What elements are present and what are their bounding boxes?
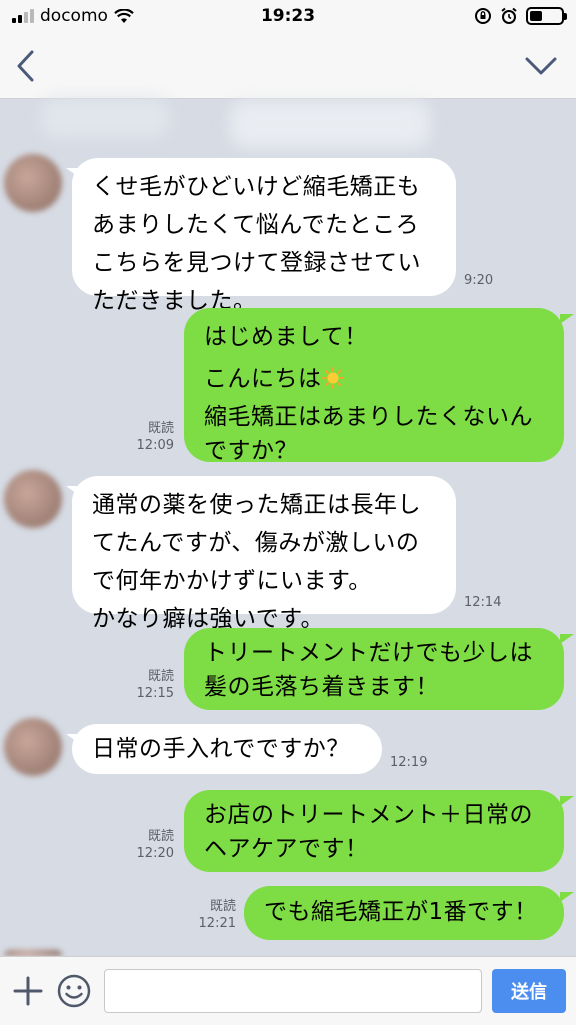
read-receipt: 既読 12:15 (126, 668, 174, 702)
message-time: 9:20 (464, 273, 494, 288)
emoji-icon[interactable] (56, 973, 92, 1009)
bubble-tail (560, 892, 574, 902)
message-line: 髪の毛落ち着きます！ (204, 674, 439, 700)
message-bubble-outgoing[interactable]: トリートメントだけでも少しは 髪の毛落ち着きます！ (184, 628, 564, 710)
message-time: 12:09 (136, 438, 174, 453)
chat-area[interactable]: くせ毛がひどいけど縮毛矯正も あまりしたくて悩んでたところ こちらを見つけて登録… (0, 98, 576, 956)
message-bubble-incoming[interactable]: くせ毛がひどいけど縮毛矯正も あまりしたくて悩んでたところ こちらを見つけて登録… (72, 158, 456, 314)
read-label: 既読 (147, 421, 174, 436)
message-line: 日常の手入れでですか？ (92, 736, 350, 762)
read-receipt: 既読 12:09 (126, 420, 174, 454)
avatar[interactable] (4, 154, 62, 212)
blurred-area (230, 100, 430, 148)
blurred-area (40, 98, 170, 138)
message-line: あまりしたくて悩んでたところ (92, 212, 420, 238)
message-line: くせ毛がひどいけど縮毛矯正も (92, 174, 421, 200)
avatar[interactable] (4, 470, 62, 528)
message-line: こちらを見つけて登録させてい (92, 250, 421, 276)
message-line: こんにちは (204, 362, 544, 396)
sun-emoji-icon (321, 367, 344, 389)
status-bar: docomo 19:23 (0, 0, 576, 34)
message-line: トリートメントだけでも少しは (204, 640, 533, 666)
send-button[interactable]: 送信 (492, 969, 566, 1013)
chevron-down-icon[interactable] (524, 54, 558, 78)
message-time: 12:21 (198, 916, 236, 931)
message-bubble-incoming[interactable]: 日常の手入れでですか？ (72, 724, 382, 774)
alarm-icon (501, 7, 517, 24)
message-line: でも縮毛矯正が1番です！ (264, 899, 538, 925)
plus-icon[interactable] (12, 975, 44, 1007)
avatar[interactable] (4, 718, 62, 776)
message-line: はじめまして！ (204, 324, 368, 350)
message-bubble-incoming[interactable]: 通常の薬を使った矯正は長年し てたんですが、傷みが激しいの で何年かかけずにいま… (72, 476, 456, 632)
read-receipt: 既読 12:20 (126, 828, 174, 862)
message-time: 12:15 (136, 686, 174, 701)
message-line: 縮毛矯正はあまりしたくないん (204, 404, 533, 430)
message-bubble-outgoing[interactable]: お店のトリートメント＋日常の ヘアケアです！ (184, 790, 564, 872)
read-label: 既読 (147, 669, 174, 684)
rotation-lock-icon (475, 8, 491, 24)
message-bubble-outgoing[interactable]: でも縮毛矯正が1番です！ (244, 886, 564, 940)
read-receipt: 既読 12:21 (188, 898, 236, 932)
message-line: で何年かかけずにいます。 (92, 568, 372, 594)
message-line: 通常の薬を使った矯正は長年し (92, 492, 421, 518)
message-time: 12:19 (390, 755, 428, 770)
message-text: こんにちは (204, 366, 322, 392)
chat-header (0, 34, 576, 99)
message-line: ヘアケアです！ (204, 836, 369, 862)
message-time: 12:14 (464, 595, 502, 610)
status-right (474, 7, 567, 25)
message-input-bar: 送信 (0, 956, 576, 1025)
bubble-tail (560, 314, 574, 324)
read-label: 既読 (147, 829, 174, 844)
battery-icon (526, 7, 567, 25)
back-chevron-icon[interactable] (12, 48, 42, 84)
bubble-tail (560, 796, 574, 806)
message-line: お店のトリートメント＋日常の (204, 802, 533, 828)
message-line: ですか？ (204, 438, 298, 464)
message-bubble-outgoing[interactable]: はじめまして！ こんにちは 縮毛矯正はあまりしたくないん ですか？ (184, 308, 564, 464)
message-input[interactable] (104, 969, 482, 1013)
read-label: 既読 (209, 899, 236, 914)
bubble-tail (560, 634, 574, 644)
message-line: てたんですが、傷みが激しいの (92, 530, 420, 556)
message-time: 12:20 (136, 846, 174, 861)
